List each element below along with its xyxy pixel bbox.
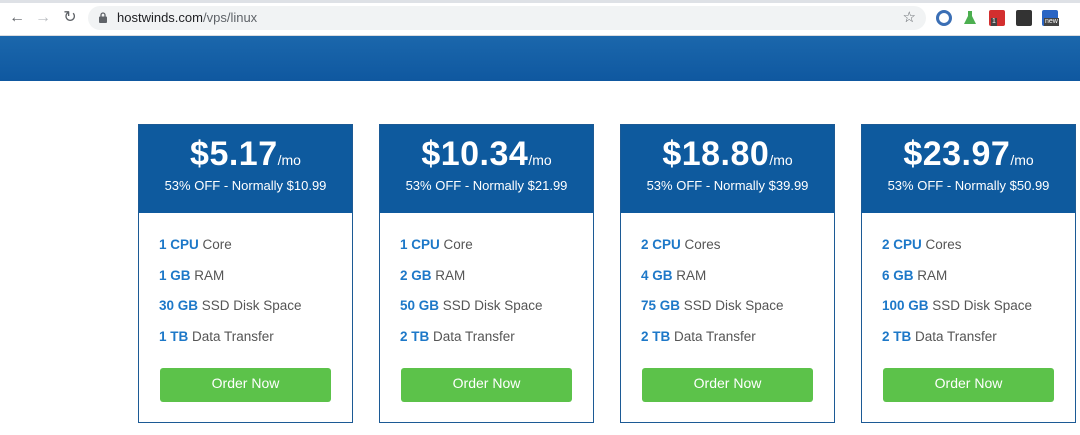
url-text: hostwinds.com/vps/linux — [117, 6, 257, 30]
price-period: /mo — [1010, 152, 1034, 168]
back-arrow-icon[interactable]: ← — [7, 8, 27, 28]
price-period: /mo — [528, 152, 552, 168]
feature-value: 30 GB — [159, 298, 199, 313]
feature-value: 2 GB — [400, 267, 432, 283]
price-header: $18.80/mo 53% OFF - Normally $39.99 — [621, 125, 834, 213]
feature-item: 4 GB RAM — [641, 267, 784, 298]
feature-list: 2 CPU Cores 4 GB RAM 75 GB SSD Disk Space 2… — [641, 236, 784, 358]
browser-toolbar: ← → ↻ hostwinds.com/vps/linux ☆ 1 new — [0, 0, 1080, 36]
feature-value: 1 GB — [159, 267, 191, 283]
feature-item: 30 GB SSD Disk Space — [159, 297, 302, 328]
feature-item: 2 CPU Cores — [641, 236, 784, 267]
discount-text: 53% OFF - Normally $50.99 — [887, 178, 1050, 193]
todo-ext-icon[interactable]: 1 — [989, 10, 1005, 26]
feature-value: 1 CPU — [400, 237, 440, 252]
feature-label: SSD Disk Space — [439, 298, 543, 313]
url-host: hostwinds.com — [117, 10, 203, 25]
feature-value: 2 TB — [641, 328, 671, 344]
discount-text: 53% OFF - Normally $39.99 — [646, 178, 809, 193]
feature-item: 1 CPU Core — [159, 236, 302, 267]
feature-label: Core — [439, 237, 473, 252]
flask-ext-icon[interactable] — [962, 10, 978, 26]
feature-item: 100 GB SSD Disk Space — [882, 297, 1032, 328]
address-bar[interactable]: hostwinds.com/vps/linux ☆ — [88, 6, 926, 30]
feature-label: SSD Disk Space — [928, 298, 1033, 313]
feature-label: RAM — [190, 267, 225, 283]
feature-label: Data Transfer — [670, 328, 756, 344]
price: $23.97 — [903, 135, 1011, 173]
pricing-card: $23.97/mo 53% OFF - Normally $50.99 2 CPU … — [861, 124, 1076, 423]
price-header: $10.34/mo 53% OFF - Normally $21.99 — [380, 125, 593, 213]
price: $18.80 — [662, 135, 770, 173]
feature-value: 4 GB — [641, 267, 673, 283]
feature-value: 100 GB — [882, 298, 929, 313]
reload-icon[interactable]: ↻ — [60, 8, 80, 28]
site-header-banner — [0, 36, 1080, 81]
discount-text: 53% OFF - Normally $21.99 — [405, 178, 568, 193]
feature-item: 1 CPU Core — [400, 236, 543, 267]
feature-label: Cores — [680, 237, 721, 252]
feature-item: 2 CPU Cores — [882, 236, 1032, 267]
bookmark-star-icon[interactable]: ☆ — [903, 6, 916, 30]
m-ext-icon[interactable] — [1016, 10, 1032, 26]
feature-label: Data Transfer — [911, 328, 997, 344]
feature-value: 2 CPU — [882, 237, 922, 252]
discount-text: 53% OFF - Normally $10.99 — [164, 178, 327, 193]
order-now-button[interactable]: Order Now — [401, 368, 572, 402]
feature-label: Core — [198, 237, 232, 252]
feature-item: 50 GB SSD Disk Space — [400, 297, 543, 328]
pricing-card: $18.80/mo 53% OFF - Normally $39.99 2 CPU … — [620, 124, 835, 423]
lock-icon — [99, 12, 107, 23]
price-header: $5.17/mo 53% OFF - Normally $10.99 — [139, 125, 352, 213]
pricing-card: $10.34/mo 53% OFF - Normally $21.99 1 CPU … — [379, 124, 594, 423]
feature-item: 75 GB SSD Disk Space — [641, 297, 784, 328]
feature-label: Cores — [921, 237, 962, 252]
feature-list: 2 CPU Cores 6 GB RAM 100 GB SSD Disk Space… — [882, 236, 1032, 358]
extension-badge: new — [1044, 18, 1059, 26]
price-period: /mo — [769, 152, 793, 168]
feature-value: 2 TB — [882, 328, 912, 344]
price-period: /mo — [277, 152, 301, 168]
feature-list: 1 CPU Core 1 GB RAM 30 GB SSD Disk Space 1 … — [159, 236, 302, 358]
feature-label: Data Transfer — [429, 328, 515, 344]
price-header: $23.97/mo 53% OFF - Normally $50.99 — [862, 125, 1075, 213]
price: $5.17 — [190, 135, 278, 173]
order-now-button[interactable]: Order Now — [642, 368, 813, 402]
pricing-card: $5.17/mo 53% OFF - Normally $10.99 1 CPU C… — [138, 124, 353, 423]
feature-label: SSD Disk Space — [198, 298, 302, 313]
new-ext-icon[interactable]: new — [1042, 10, 1059, 26]
forward-arrow-icon[interactable]: → — [33, 8, 53, 28]
order-now-button[interactable]: Order Now — [883, 368, 1054, 402]
url-path: /vps/linux — [202, 10, 258, 25]
feature-label: RAM — [672, 267, 707, 283]
feature-value: 2 CPU — [641, 237, 681, 252]
feature-label: Data Transfer — [188, 328, 274, 344]
feature-item: 1 GB RAM — [159, 267, 302, 298]
feature-item: 1 TB Data Transfer — [159, 328, 302, 359]
feature-value: 75 GB — [641, 298, 681, 313]
extension-badge: 1 — [991, 18, 997, 26]
feature-item: 2 TB Data Transfer — [641, 328, 784, 359]
feature-value: 2 TB — [400, 328, 430, 344]
feature-label: RAM — [431, 267, 466, 283]
feature-item: 2 TB Data Transfer — [882, 328, 1032, 359]
feature-list: 1 CPU Core 2 GB RAM 50 GB SSD Disk Space 2 … — [400, 236, 543, 358]
feature-item: 2 TB Data Transfer — [400, 328, 543, 359]
order-now-button[interactable]: Order Now — [160, 368, 331, 402]
feature-item: 2 GB RAM — [400, 267, 543, 298]
tab-strip — [0, 0, 1080, 3]
price: $10.34 — [421, 135, 529, 173]
feature-label: RAM — [913, 267, 948, 283]
dashboard-ext-icon[interactable] — [936, 10, 952, 26]
feature-value: 6 GB — [882, 267, 914, 283]
feature-value: 50 GB — [400, 298, 440, 313]
feature-value: 1 TB — [159, 328, 189, 344]
feature-item: 6 GB RAM — [882, 267, 1032, 298]
feature-value: 1 CPU — [159, 237, 199, 252]
feature-label: SSD Disk Space — [680, 298, 784, 313]
